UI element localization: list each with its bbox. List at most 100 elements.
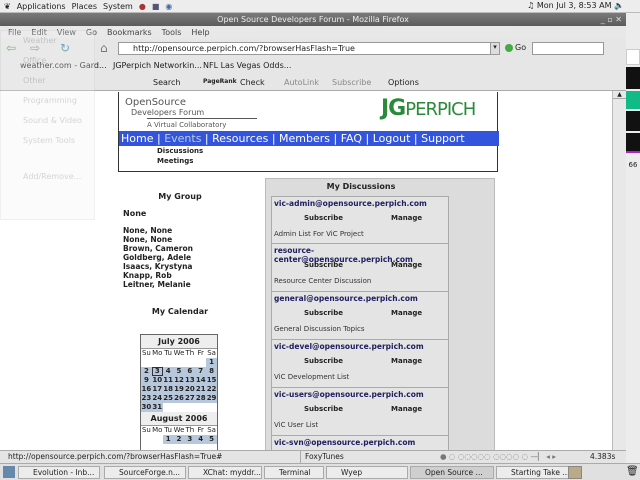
discussion-email[interactable]: vic-admin@opensource.perpich.com bbox=[274, 199, 427, 208]
subscribe-link[interactable]: Subscribe bbox=[304, 405, 343, 413]
manage-link[interactable]: Manage bbox=[391, 309, 422, 317]
calendar-day[interactable]: 22 bbox=[206, 385, 217, 394]
group-member[interactable]: None, None bbox=[123, 226, 193, 235]
subscribe-link[interactable]: Subscribe bbox=[304, 309, 343, 317]
calendar-day[interactable]: 4 bbox=[162, 367, 174, 376]
volume-icon[interactable]: 🔈 bbox=[614, 1, 624, 10]
nav-support[interactable]: Support bbox=[421, 132, 464, 145]
manage-link[interactable]: Manage bbox=[391, 214, 422, 222]
taskbar-item[interactable]: Evolution - Inb... bbox=[18, 466, 100, 479]
nav-home[interactable]: Home bbox=[121, 132, 153, 145]
menu-applications[interactable]: Applications bbox=[17, 2, 66, 11]
menu-bookmarks[interactable]: Bookmarks bbox=[107, 26, 152, 39]
back-icon[interactable]: ⇦ bbox=[6, 41, 16, 55]
calendar-day[interactable]: 1 bbox=[162, 435, 174, 444]
calendar-day[interactable]: 2 bbox=[141, 367, 152, 376]
calendar-day[interactable]: 31 bbox=[151, 403, 163, 412]
launcher-icon[interactable]: ● bbox=[139, 2, 146, 11]
url-dropdown-button[interactable]: ▾ bbox=[490, 42, 500, 55]
menu-tools[interactable]: Tools bbox=[162, 26, 182, 39]
calendar-day[interactable]: 29 bbox=[206, 394, 217, 403]
menu-places[interactable]: Places bbox=[72, 2, 97, 11]
calendar-day[interactable]: 5 bbox=[173, 367, 185, 376]
home-icon[interactable]: ⌂ bbox=[100, 41, 108, 55]
menu-help[interactable]: Help bbox=[191, 26, 209, 39]
launcher-icon[interactable]: ◉ bbox=[165, 2, 172, 11]
autolink-button[interactable]: AutoLink bbox=[284, 78, 319, 87]
calendar-day[interactable]: 8 bbox=[206, 367, 217, 376]
calendar-day[interactable]: 9 bbox=[141, 376, 152, 385]
calendar-day[interactable]: 24 bbox=[151, 394, 163, 403]
go-button[interactable]: Go bbox=[505, 43, 526, 52]
window-controls[interactable]: _ ▫ ✕ bbox=[601, 13, 622, 26]
calendar-day[interactable]: 26 bbox=[173, 394, 185, 403]
taskbar-item[interactable]: XChat: myddr... bbox=[188, 466, 262, 479]
group-member[interactable]: Leitner, Melanie bbox=[123, 280, 193, 289]
calendar-day[interactable]: 18 bbox=[162, 385, 174, 394]
nav-members[interactable]: Members bbox=[279, 132, 330, 145]
calendar-day[interactable]: 27 bbox=[184, 394, 196, 403]
window-titlebar[interactable]: Open Source Developers Forum - Mozilla F… bbox=[0, 13, 626, 26]
menu-system[interactable]: System bbox=[103, 2, 133, 11]
taskbar-item[interactable]: Starting Take ... bbox=[496, 466, 578, 479]
discussion-email[interactable]: vic-devel@opensource.perpich.com bbox=[274, 342, 424, 351]
launcher-icon[interactable]: ■ bbox=[152, 2, 160, 11]
pagerank-indicator[interactable]: PageRank bbox=[203, 78, 237, 85]
calendar-day[interactable]: 6 bbox=[184, 367, 196, 376]
options-button[interactable]: Options bbox=[388, 78, 419, 87]
calendar-day[interactable]: 17 bbox=[151, 385, 163, 394]
calendar-day[interactable]: 19 bbox=[173, 385, 185, 394]
calendar-day[interactable]: 28 bbox=[195, 394, 207, 403]
calendar-day[interactable]: 25 bbox=[162, 394, 174, 403]
taskbar-item[interactable]: Wyep bbox=[326, 466, 408, 479]
forward-icon[interactable]: ⇨ bbox=[30, 41, 40, 55]
subscribe-link[interactable]: Subscribe bbox=[304, 214, 343, 222]
calendar-day[interactable]: 2 bbox=[173, 435, 185, 444]
discussion-email[interactable]: vic-svn@opensource.perpich.com bbox=[274, 438, 415, 447]
trash-icon[interactable]: 🗑 bbox=[626, 466, 639, 477]
group-member[interactable]: Isaacs, Krystyna bbox=[123, 262, 193, 271]
foxytunes-controls[interactable]: ● ◌ ◌◌◌◌◌ ◌◌◌◌ ◌ —▏ ◂ ▸ bbox=[440, 451, 556, 463]
taskbar-item[interactable]: Terminal bbox=[264, 466, 324, 479]
nav-resources[interactable]: Resources bbox=[212, 132, 268, 145]
manage-link[interactable]: Manage bbox=[391, 357, 422, 365]
check-button[interactable]: Check bbox=[240, 78, 265, 87]
subscribe-link[interactable]: Subscribe bbox=[304, 261, 343, 269]
calendar-day[interactable]: 30 bbox=[141, 403, 152, 412]
calendar-day[interactable]: 4 bbox=[195, 435, 207, 444]
menu-go[interactable]: Go bbox=[86, 26, 97, 39]
calendar-day[interactable]: 12 bbox=[173, 376, 185, 385]
submenu-discussions[interactable]: Discussions bbox=[157, 146, 203, 156]
taskbar-item[interactable]: Open Source ... bbox=[410, 466, 494, 479]
calendar-day[interactable]: 7 bbox=[195, 367, 207, 376]
discussion-email[interactable]: general@opensource.perpich.com bbox=[274, 294, 418, 303]
reload-icon[interactable]: ↻ bbox=[60, 41, 70, 55]
bookmark-weather[interactable]: weather.com - Gard... bbox=[20, 61, 107, 70]
bookmark-jgperpich[interactable]: JGPerpich Networkin... bbox=[113, 61, 202, 70]
nav-faq[interactable]: FAQ bbox=[341, 132, 362, 145]
calendar-day[interactable]: 10 bbox=[151, 376, 163, 385]
manage-link[interactable]: Manage bbox=[391, 261, 422, 269]
group-member[interactable]: Goldberg, Adele bbox=[123, 253, 193, 262]
calendar-day[interactable]: 11 bbox=[162, 376, 174, 385]
search-input[interactable] bbox=[532, 42, 604, 55]
calendar-day[interactable]: 5 bbox=[206, 435, 217, 444]
menu-edit[interactable]: Edit bbox=[31, 26, 47, 39]
foxytunes-label[interactable]: FoxyTunes bbox=[300, 451, 344, 463]
calendar-day[interactable]: 3 bbox=[151, 367, 163, 376]
calendar-day[interactable]: 16 bbox=[141, 385, 152, 394]
calendar-day[interactable]: 21 bbox=[195, 385, 207, 394]
group-member[interactable]: Brown, Cameron bbox=[123, 244, 193, 253]
bookmark-nfl[interactable]: NFL Las Vegas Odds... bbox=[203, 61, 291, 70]
menu-view[interactable]: View bbox=[57, 26, 76, 39]
calendar-day[interactable]: 15 bbox=[206, 376, 217, 385]
show-desktop-icon[interactable] bbox=[3, 466, 15, 478]
manage-link[interactable]: Manage bbox=[391, 405, 422, 413]
clock[interactable]: ♫ Mon Jul 3, 8:53 AM 🔈 bbox=[527, 1, 624, 10]
url-input[interactable]: http://opensource.perpich.com/?browserHa… bbox=[118, 42, 500, 55]
vertical-scrollbar[interactable]: ▲ bbox=[612, 91, 626, 450]
nav-logout[interactable]: Logout bbox=[373, 132, 411, 145]
group-member[interactable]: Knapp, Rob bbox=[123, 271, 193, 280]
calendar-day[interactable]: 14 bbox=[195, 376, 207, 385]
workspace-switcher[interactable] bbox=[568, 466, 582, 479]
